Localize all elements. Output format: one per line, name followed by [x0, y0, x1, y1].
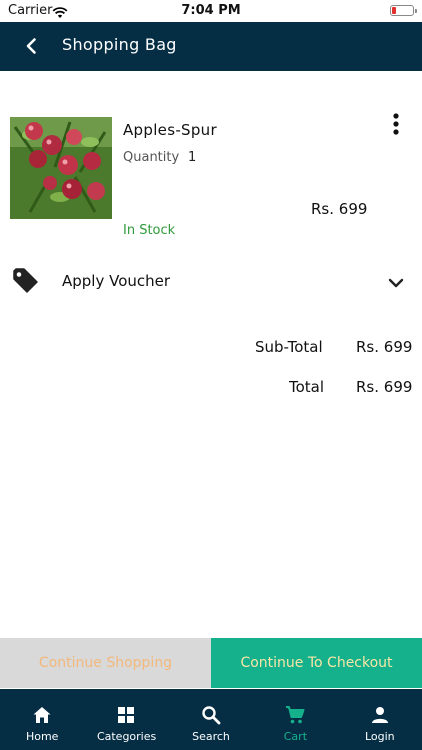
checkout-button[interactable]: Continue To Checkout [211, 638, 422, 688]
total-value: Rs. 699 [356, 378, 413, 396]
subtotal-label: Sub-Total [255, 338, 323, 356]
status-bar: Carrier 7:04 PM [0, 0, 422, 22]
person-icon [371, 707, 388, 723]
nav-item-login[interactable]: Login [338, 689, 422, 750]
nav-item-home[interactable]: Home [0, 689, 84, 750]
quantity-value[interactable]: 1 [188, 150, 196, 165]
nav-label-search: Search [192, 730, 230, 743]
battery-icon [390, 5, 417, 16]
subtotal-value: Rs. 699 [356, 338, 413, 356]
product-name[interactable]: Apples-Spur [123, 121, 217, 139]
nav-label-login: Login [364, 730, 395, 743]
tag-icon [12, 267, 40, 295]
more-options-icon[interactable] [390, 113, 402, 137]
continue-shopping-button[interactable]: Continue Shopping [0, 638, 211, 688]
nav-label-cart: Cart [283, 730, 308, 743]
quantity-label: Quantity [123, 150, 180, 165]
app-header: Shopping Bag [0, 22, 422, 71]
nav-item-cart[interactable]: Cart [253, 689, 337, 750]
page-title: Shopping Bag [62, 35, 177, 54]
product-image[interactable] [10, 117, 112, 219]
chevron-down-icon[interactable] [386, 273, 406, 293]
apply-voucher-row[interactable]: Apply Voucher [0, 262, 422, 302]
clock: 7:04 PM [181, 3, 241, 18]
grid-icon [118, 707, 135, 723]
total-label: Total [289, 378, 325, 396]
bottom-nav: Home Categories Search Cart Login [0, 689, 422, 750]
home-icon [33, 707, 51, 723]
search-icon [202, 706, 221, 725]
item-price: Rs. 699 [311, 200, 368, 218]
nav-label-home: Home [25, 730, 59, 743]
stock-status: In Stock [123, 223, 176, 238]
back-arrow-icon[interactable] [20, 34, 44, 58]
nav-item-search[interactable]: Search [169, 689, 253, 750]
cart-icon [286, 706, 305, 724]
voucher-label: Apply Voucher [62, 272, 171, 290]
nav-item-categories[interactable]: Categories [84, 689, 168, 750]
nav-label-categories: Categories [96, 730, 157, 743]
